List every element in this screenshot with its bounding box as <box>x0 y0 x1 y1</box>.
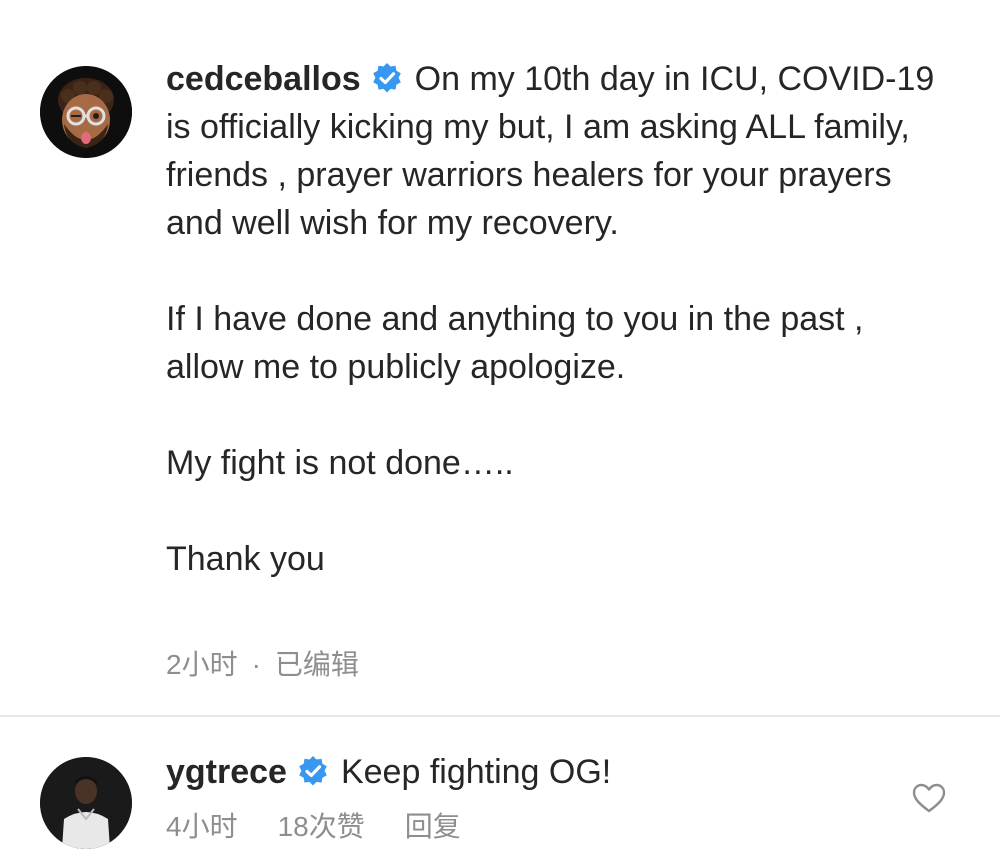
caption-meta: 2小时 · 已编辑 <box>166 645 359 685</box>
post-timestamp[interactable]: 2小时 <box>166 649 238 680</box>
caption-paragraph: Thank you <box>166 540 325 578</box>
profile-photo-image <box>40 757 132 849</box>
comment-meta: 4小时 18次赞 回复 <box>166 805 461 845</box>
comment-text-line: ygtrece Keep fighting OG! <box>166 748 611 796</box>
comment-text: Keep fighting OG! <box>340 753 612 791</box>
heart-outline-icon[interactable] <box>912 782 946 814</box>
username-link[interactable]: cedceballos <box>166 60 361 98</box>
username-link[interactable]: ygtrece <box>166 753 287 791</box>
comment-likes[interactable]: 18次赞 <box>278 811 365 842</box>
avatar-ygtrece[interactable] <box>40 757 132 849</box>
comment-timestamp[interactable]: 4小时 <box>166 811 238 842</box>
avatar-cedceballos[interactable] <box>40 66 132 158</box>
verified-badge-icon <box>372 63 401 93</box>
caption-text: cedceballos On my 10th day in ICU, COVID-… <box>166 55 946 583</box>
edited-label: 已编辑 <box>274 649 359 680</box>
caption-paragraph: My fight is not done….. <box>166 444 514 482</box>
meta-separator: · <box>251 649 261 680</box>
memoji-avatar-image <box>40 66 132 158</box>
verified-badge-icon <box>299 756 327 786</box>
reply-button[interactable]: 回复 <box>405 811 461 842</box>
post-caption: cedceballos On my 10th day in ICU, COVID-… <box>0 0 1000 715</box>
section-divider <box>0 715 1000 717</box>
caption-paragraph: cedceballos On my 10th day in ICU, COVID-… <box>166 55 946 247</box>
caption-paragraph: If I have done and anything to you in th… <box>166 300 864 386</box>
